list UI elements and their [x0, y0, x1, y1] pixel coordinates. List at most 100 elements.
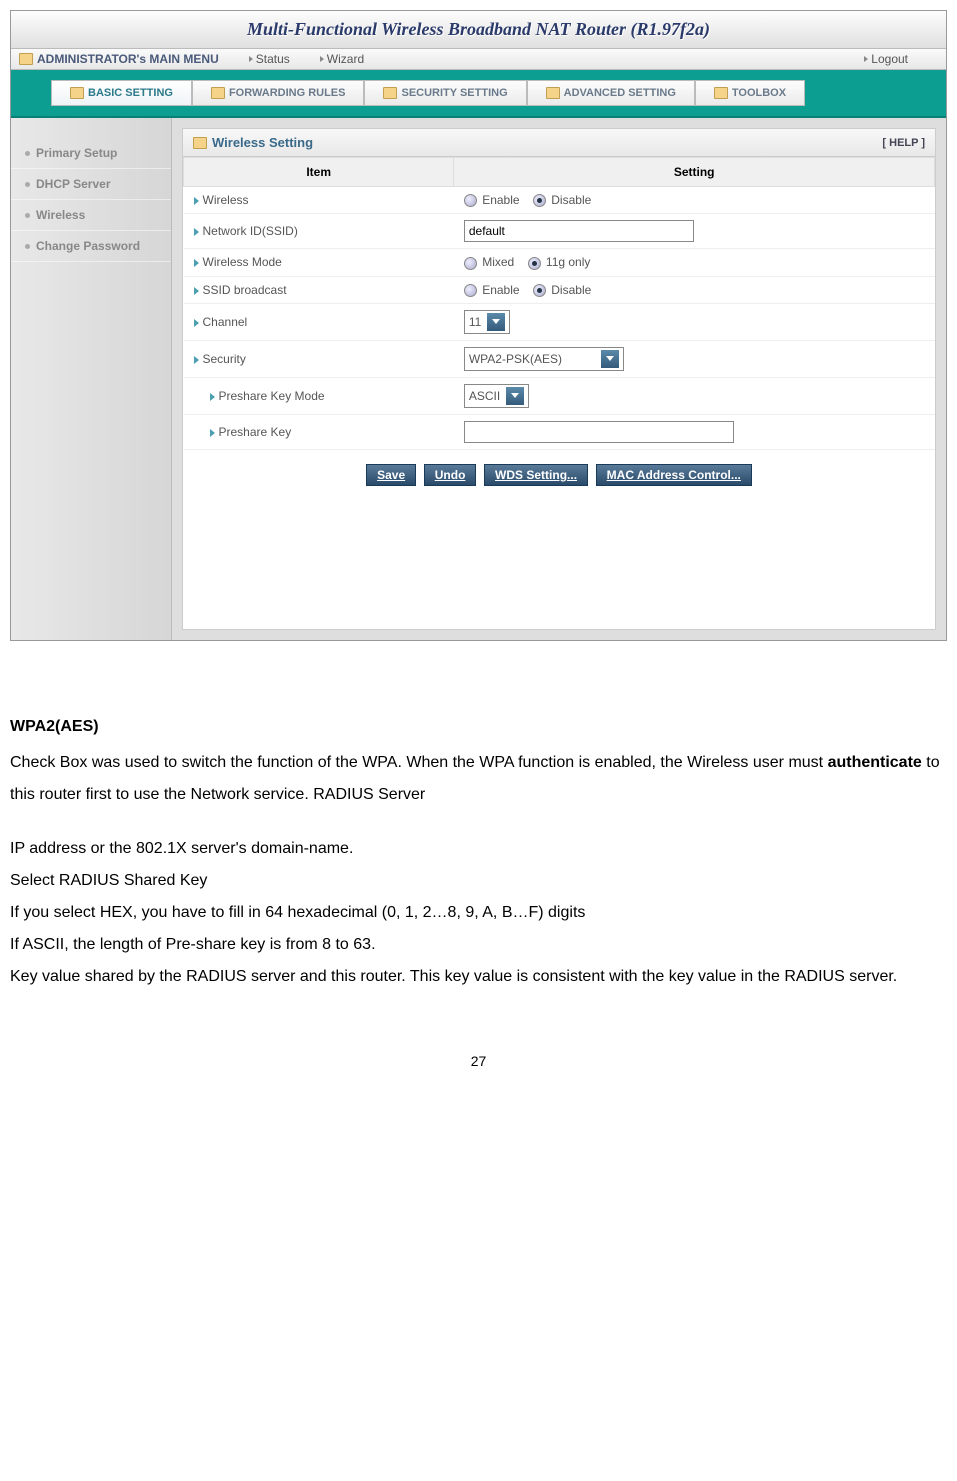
folder-icon: [211, 87, 225, 99]
dropdown-icon: [506, 387, 524, 405]
settings-table: Item Setting Wireless Enable Disable Net…: [183, 157, 935, 450]
select-value: WPA2-PSK(AES): [469, 352, 562, 366]
select-value: ASCII: [469, 389, 500, 403]
row-label: Channel: [203, 315, 248, 329]
row-ssid-broadcast: SSID broadcast Enable Disable: [184, 276, 935, 303]
paragraph: If ASCII, the length of Pre-share key is…: [10, 929, 947, 961]
sidebar: Primary Setup DHCP Server Wireless Chang…: [11, 118, 172, 640]
preshare-mode-select[interactable]: ASCII: [464, 384, 529, 408]
tab-toolbox[interactable]: TOOLBOX: [695, 80, 805, 106]
folder-icon: [714, 87, 728, 99]
arrow-icon: [194, 228, 199, 236]
channel-select[interactable]: 11: [464, 310, 510, 334]
tab-forwarding-label: FORWARDING RULES: [229, 87, 346, 99]
arrow-icon: [194, 259, 199, 267]
tab-basic-label: BASIC SETTING: [88, 87, 173, 99]
row-wireless: Wireless Enable Disable: [184, 187, 935, 214]
tab-advanced-setting[interactable]: ADVANCED SETTING: [527, 80, 695, 106]
radio-wireless-enable[interactable]: [464, 194, 477, 207]
th-setting: Setting: [454, 158, 935, 187]
arrow-icon: [210, 429, 215, 437]
row-wireless-mode: Wireless Mode Mixed 11g only: [184, 249, 935, 276]
radio-mode-11g[interactable]: [528, 257, 541, 270]
document-body-text: WPA2(AES) Check Box was used to switch t…: [0, 651, 957, 1013]
tab-toolbox-label: TOOLBOX: [732, 87, 786, 99]
row-ssid: Network ID(SSID): [184, 214, 935, 249]
tab-security-setting[interactable]: SECURITY SETTING: [364, 80, 526, 106]
arrow-icon: [210, 393, 215, 401]
preshare-key-input[interactable]: [464, 421, 734, 443]
save-button[interactable]: Save: [366, 464, 416, 486]
panel-title: Wireless Setting: [193, 135, 313, 150]
arrow-icon: [194, 287, 199, 295]
arrow-icon: [194, 197, 199, 205]
admin-menu-label: ADMINISTRATOR's MAIN MENU: [19, 52, 219, 66]
button-row: Save Undo WDS Setting... MAC Address Con…: [183, 450, 935, 500]
bullet-icon: [25, 151, 30, 156]
tab-security-label: SECURITY SETTING: [401, 87, 507, 99]
row-label: Network ID(SSID): [203, 224, 298, 238]
folder-icon: [193, 137, 207, 149]
tab-basic-setting[interactable]: BASIC SETTING: [51, 80, 192, 106]
arrow-icon: [320, 56, 324, 62]
help-link[interactable]: [ HELP ]: [882, 137, 925, 149]
arrow-icon: [194, 356, 199, 364]
row-label: Security: [203, 352, 246, 366]
sidebar-item-wireless[interactable]: Wireless: [11, 200, 171, 231]
radio-mode-mixed[interactable]: [464, 257, 477, 270]
menu-logout[interactable]: Logout: [864, 52, 908, 66]
folder-icon: [19, 53, 33, 65]
radio-label: 11g only: [546, 255, 590, 269]
th-item: Item: [184, 158, 454, 187]
main-panel: Wireless Setting [ HELP ] Item Setting W…: [182, 128, 936, 630]
radio-broadcast-disable[interactable]: [533, 284, 546, 297]
section-heading: WPA2(AES): [10, 711, 947, 743]
mac-address-control-button[interactable]: MAC Address Control...: [596, 464, 752, 486]
row-label: Wireless: [203, 193, 249, 207]
row-channel: Channel 11: [184, 303, 935, 340]
sidebar-item-label: Wireless: [36, 208, 85, 222]
radio-wireless-disable[interactable]: [533, 194, 546, 207]
sidebar-item-dhcp-server[interactable]: DHCP Server: [11, 169, 171, 200]
radio-label: Enable: [482, 283, 519, 297]
arrow-icon: [864, 56, 868, 62]
paragraph: Select RADIUS Shared Key: [10, 865, 947, 897]
select-value: 11: [469, 315, 481, 329]
security-select[interactable]: WPA2-PSK(AES): [464, 347, 624, 371]
bullet-icon: [25, 244, 30, 249]
radio-label: Enable: [482, 193, 519, 207]
row-security: Security WPA2-PSK(AES): [184, 340, 935, 377]
menu-status[interactable]: Status: [249, 52, 290, 66]
radio-label: Disable: [551, 193, 591, 207]
tab-forwarding-rules[interactable]: FORWARDING RULES: [192, 80, 365, 106]
text-bold: authenticate: [828, 754, 922, 771]
title-bar: Multi-Functional Wireless Broadband NAT …: [11, 11, 946, 49]
arrow-icon: [194, 319, 199, 327]
radio-label: Mixed: [482, 255, 514, 269]
bullet-icon: [25, 213, 30, 218]
ssid-input[interactable]: [464, 220, 694, 242]
panel-title-text: Wireless Setting: [212, 135, 313, 150]
paragraph: If you select HEX, you have to fill in 6…: [10, 897, 947, 929]
sidebar-item-change-password[interactable]: Change Password: [11, 231, 171, 262]
admin-menu-text: ADMINISTRATOR's MAIN MENU: [37, 52, 219, 66]
content-area: Primary Setup DHCP Server Wireless Chang…: [11, 118, 946, 640]
folder-icon: [546, 87, 560, 99]
wds-setting-button[interactable]: WDS Setting...: [484, 464, 588, 486]
row-label: Wireless Mode: [203, 255, 282, 269]
undo-button[interactable]: Undo: [424, 464, 477, 486]
page-number: 27: [0, 1013, 957, 1079]
radio-broadcast-enable[interactable]: [464, 284, 477, 297]
panel-header: Wireless Setting [ HELP ]: [183, 129, 935, 157]
menu-wizard[interactable]: Wizard: [320, 52, 364, 66]
folder-icon: [70, 87, 84, 99]
sidebar-item-primary-setup[interactable]: Primary Setup: [11, 138, 171, 169]
row-preshare-mode: Preshare Key Mode ASCII: [184, 377, 935, 414]
tab-strip: BASIC SETTING FORWARDING RULES SECURITY …: [11, 70, 946, 118]
row-label: Preshare Key Mode: [219, 389, 325, 403]
folder-icon: [383, 87, 397, 99]
sidebar-item-label: DHCP Server: [36, 177, 110, 191]
text-run: Check Box was used to switch the functio…: [10, 754, 828, 771]
top-menu-bar: ADMINISTRATOR's MAIN MENU Status Wizard …: [11, 49, 946, 70]
paragraph: IP address or the 802.1X server's domain…: [10, 833, 947, 865]
